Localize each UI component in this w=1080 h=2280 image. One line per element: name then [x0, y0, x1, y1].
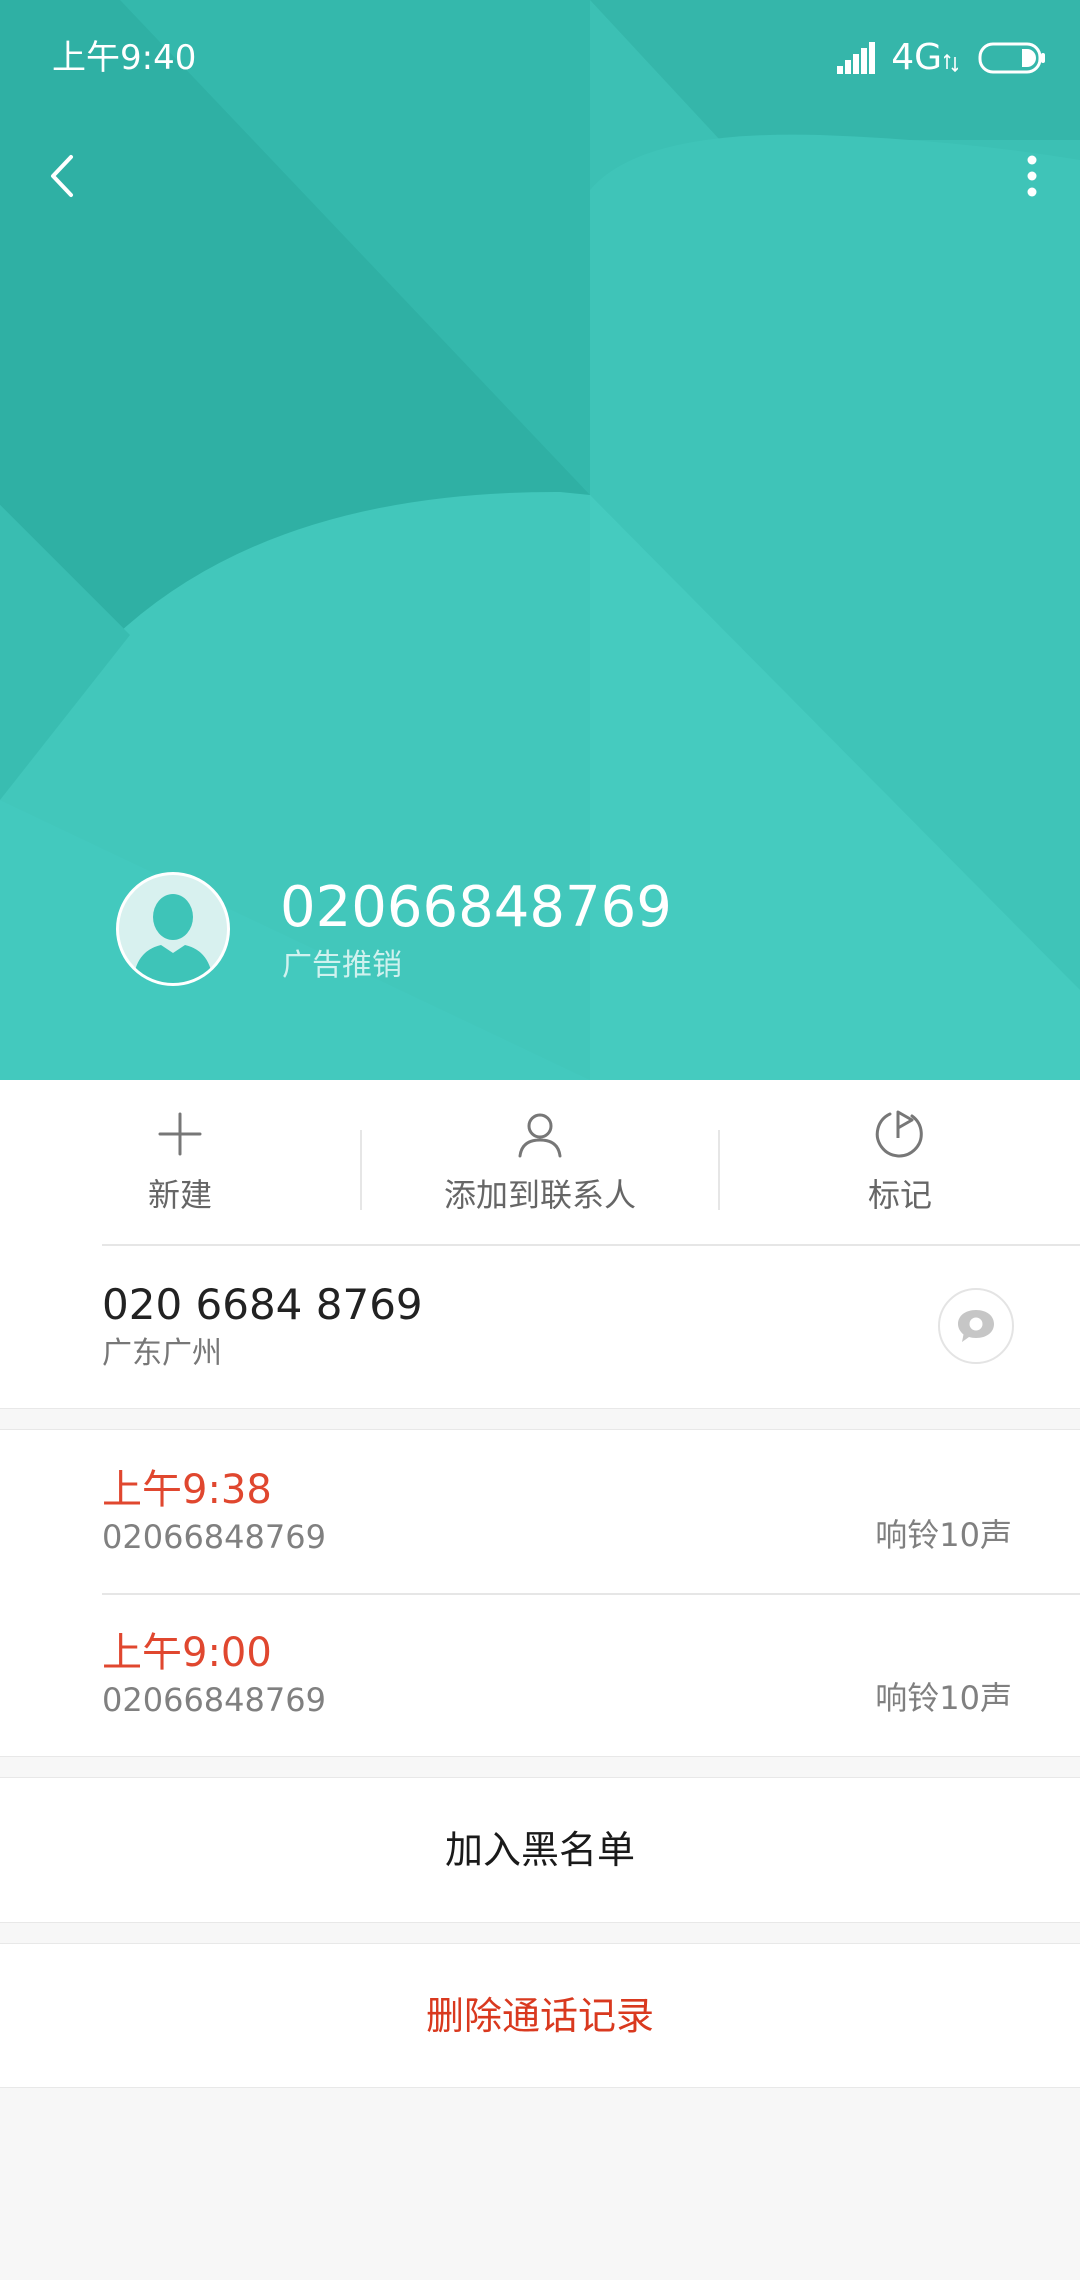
- network-type: 4G: [891, 37, 942, 78]
- chevron-left-icon: [51, 155, 73, 197]
- section-gap: [0, 1408, 1080, 1430]
- add-to-blacklist-button[interactable]: 加入黑名单: [0, 1778, 1080, 1922]
- action-label: 添加到联系人: [443, 1176, 636, 1214]
- delete-call-log-button[interactable]: 删除通话记录: [0, 1944, 1080, 2088]
- section-gap: [0, 1922, 1080, 1944]
- phone-number-row[interactable]: 020 6684 8769 广东广州: [0, 1244, 1080, 1408]
- action-divider: [360, 1130, 362, 1210]
- network-arrows-icon: [944, 53, 958, 73]
- caller-number: 02066848769: [280, 875, 672, 940]
- caller-tag: 广告推销: [282, 948, 402, 983]
- divider: [102, 1244, 1080, 1246]
- add-to-contacts-button[interactable]: 添加到联系人: [360, 1080, 720, 1244]
- list-item[interactable]: 上午9:38 02066848769 响铃10声: [0, 1430, 1080, 1595]
- message-button[interactable]: [938, 1288, 1014, 1364]
- action-label: 新建: [147, 1176, 212, 1214]
- call-detail: 响铃10声: [875, 1516, 1012, 1554]
- call-number: 02066848769: [102, 1518, 326, 1556]
- message-bubble-icon: [958, 1310, 994, 1342]
- action-bar: 新建 添加到联系人 标记: [0, 1080, 1080, 1244]
- call-time: 上午9:00: [102, 1630, 272, 1676]
- mark-button[interactable]: 标记: [720, 1080, 1080, 1244]
- person-silhouette-icon: [133, 894, 213, 983]
- phone-location: 广东广州: [102, 1336, 222, 1371]
- flag-icon: [875, 1110, 923, 1158]
- status-bar: 上午9:40 4G: [0, 0, 1080, 120]
- more-vertical-icon: [1027, 155, 1037, 197]
- caller-header: 上午9:40 4G 02066848769 广告推销: [0, 0, 1080, 1080]
- back-button[interactable]: [34, 140, 90, 212]
- section-gap: [0, 1756, 1080, 1778]
- phone-number: 020 6684 8769: [102, 1280, 423, 1329]
- new-contact-button[interactable]: 新建: [0, 1080, 360, 1244]
- call-detail: 响铃10声: [875, 1679, 1012, 1717]
- plus-icon: [158, 1112, 202, 1156]
- action-label: 标记: [867, 1176, 932, 1214]
- person-icon: [518, 1113, 562, 1158]
- status-time: 上午9:40: [52, 38, 197, 78]
- avatar: [116, 872, 230, 986]
- more-options-button[interactable]: [1004, 140, 1060, 212]
- call-time: 上午9:38: [102, 1467, 272, 1513]
- battery-icon: [978, 42, 1045, 74]
- call-number: 02066848769: [102, 1681, 326, 1719]
- list-item[interactable]: 上午9:00 02066848769 响铃10声: [0, 1593, 1080, 1756]
- call-history-list: 上午9:38 02066848769 响铃10声 上午9:00 02066848…: [0, 1430, 1080, 1756]
- signal-icon: [837, 42, 876, 74]
- status-icons: 4G: [837, 36, 1046, 80]
